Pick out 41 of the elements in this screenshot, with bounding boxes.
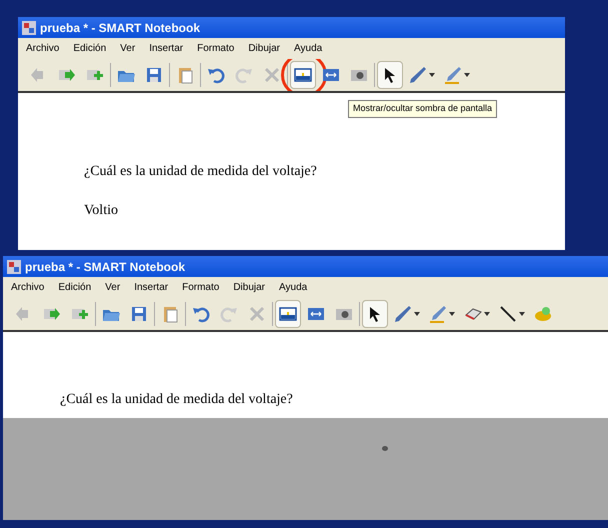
menu-item[interactable]: Archivo — [26, 41, 60, 56]
menu-item[interactable]: Edición — [58, 280, 92, 295]
menu-item[interactable]: Insertar — [149, 41, 184, 56]
app-icon — [7, 260, 21, 274]
tooltip: Mostrar/ocultar sombra de pantalla — [348, 100, 498, 118]
menu-item[interactable]: Ver — [120, 41, 136, 56]
menu-item[interactable]: Ver — [105, 280, 120, 295]
pen-icon — [408, 65, 428, 85]
question-text: ¿Cuál es la unidad de medida del voltaje? — [84, 163, 318, 181]
menu-item[interactable]: Insertar — [134, 280, 168, 295]
window-title: prueba * - SMART Notebook — [40, 20, 200, 36]
cross-icon — [247, 304, 267, 324]
app-icon — [22, 20, 36, 34]
caret-icon — [484, 312, 490, 316]
highlighter-icon — [443, 65, 463, 85]
toolbar-button[interactable] — [290, 61, 316, 89]
window-title: prueba * - SMART Notebook — [25, 258, 186, 276]
handle-icon[interactable] — [382, 446, 388, 451]
caret-icon — [449, 312, 455, 316]
line-icon — [498, 304, 518, 324]
pen-icon — [393, 304, 413, 324]
menu-item[interactable]: Ayuda — [279, 280, 308, 295]
toolbar-button[interactable] — [377, 61, 403, 89]
menu-item[interactable]: Formato — [182, 280, 220, 295]
menu-item[interactable]: Edición — [73, 41, 106, 56]
menu-item[interactable]: Dibujar — [248, 41, 280, 56]
toolbar-button[interactable] — [362, 300, 388, 328]
caret-icon — [414, 312, 420, 316]
menu-item[interactable]: Ayuda — [294, 41, 322, 56]
caret-icon — [464, 73, 470, 77]
toolbar-button[interactable] — [275, 300, 301, 328]
highlighter-icon — [428, 304, 448, 324]
caret-icon — [429, 73, 435, 77]
answer-text: Voltio — [84, 202, 119, 220]
paint-fill-icon — [533, 304, 553, 324]
menu-item[interactable]: Formato — [197, 41, 234, 56]
menu-item[interactable]: Dibujar — [233, 280, 266, 295]
menu-item[interactable]: Archivo — [11, 280, 44, 295]
question-text: ¿Cuál es la unidad de medida del voltaje? — [60, 391, 294, 409]
caret-icon — [519, 312, 525, 316]
cross-icon — [262, 65, 282, 85]
